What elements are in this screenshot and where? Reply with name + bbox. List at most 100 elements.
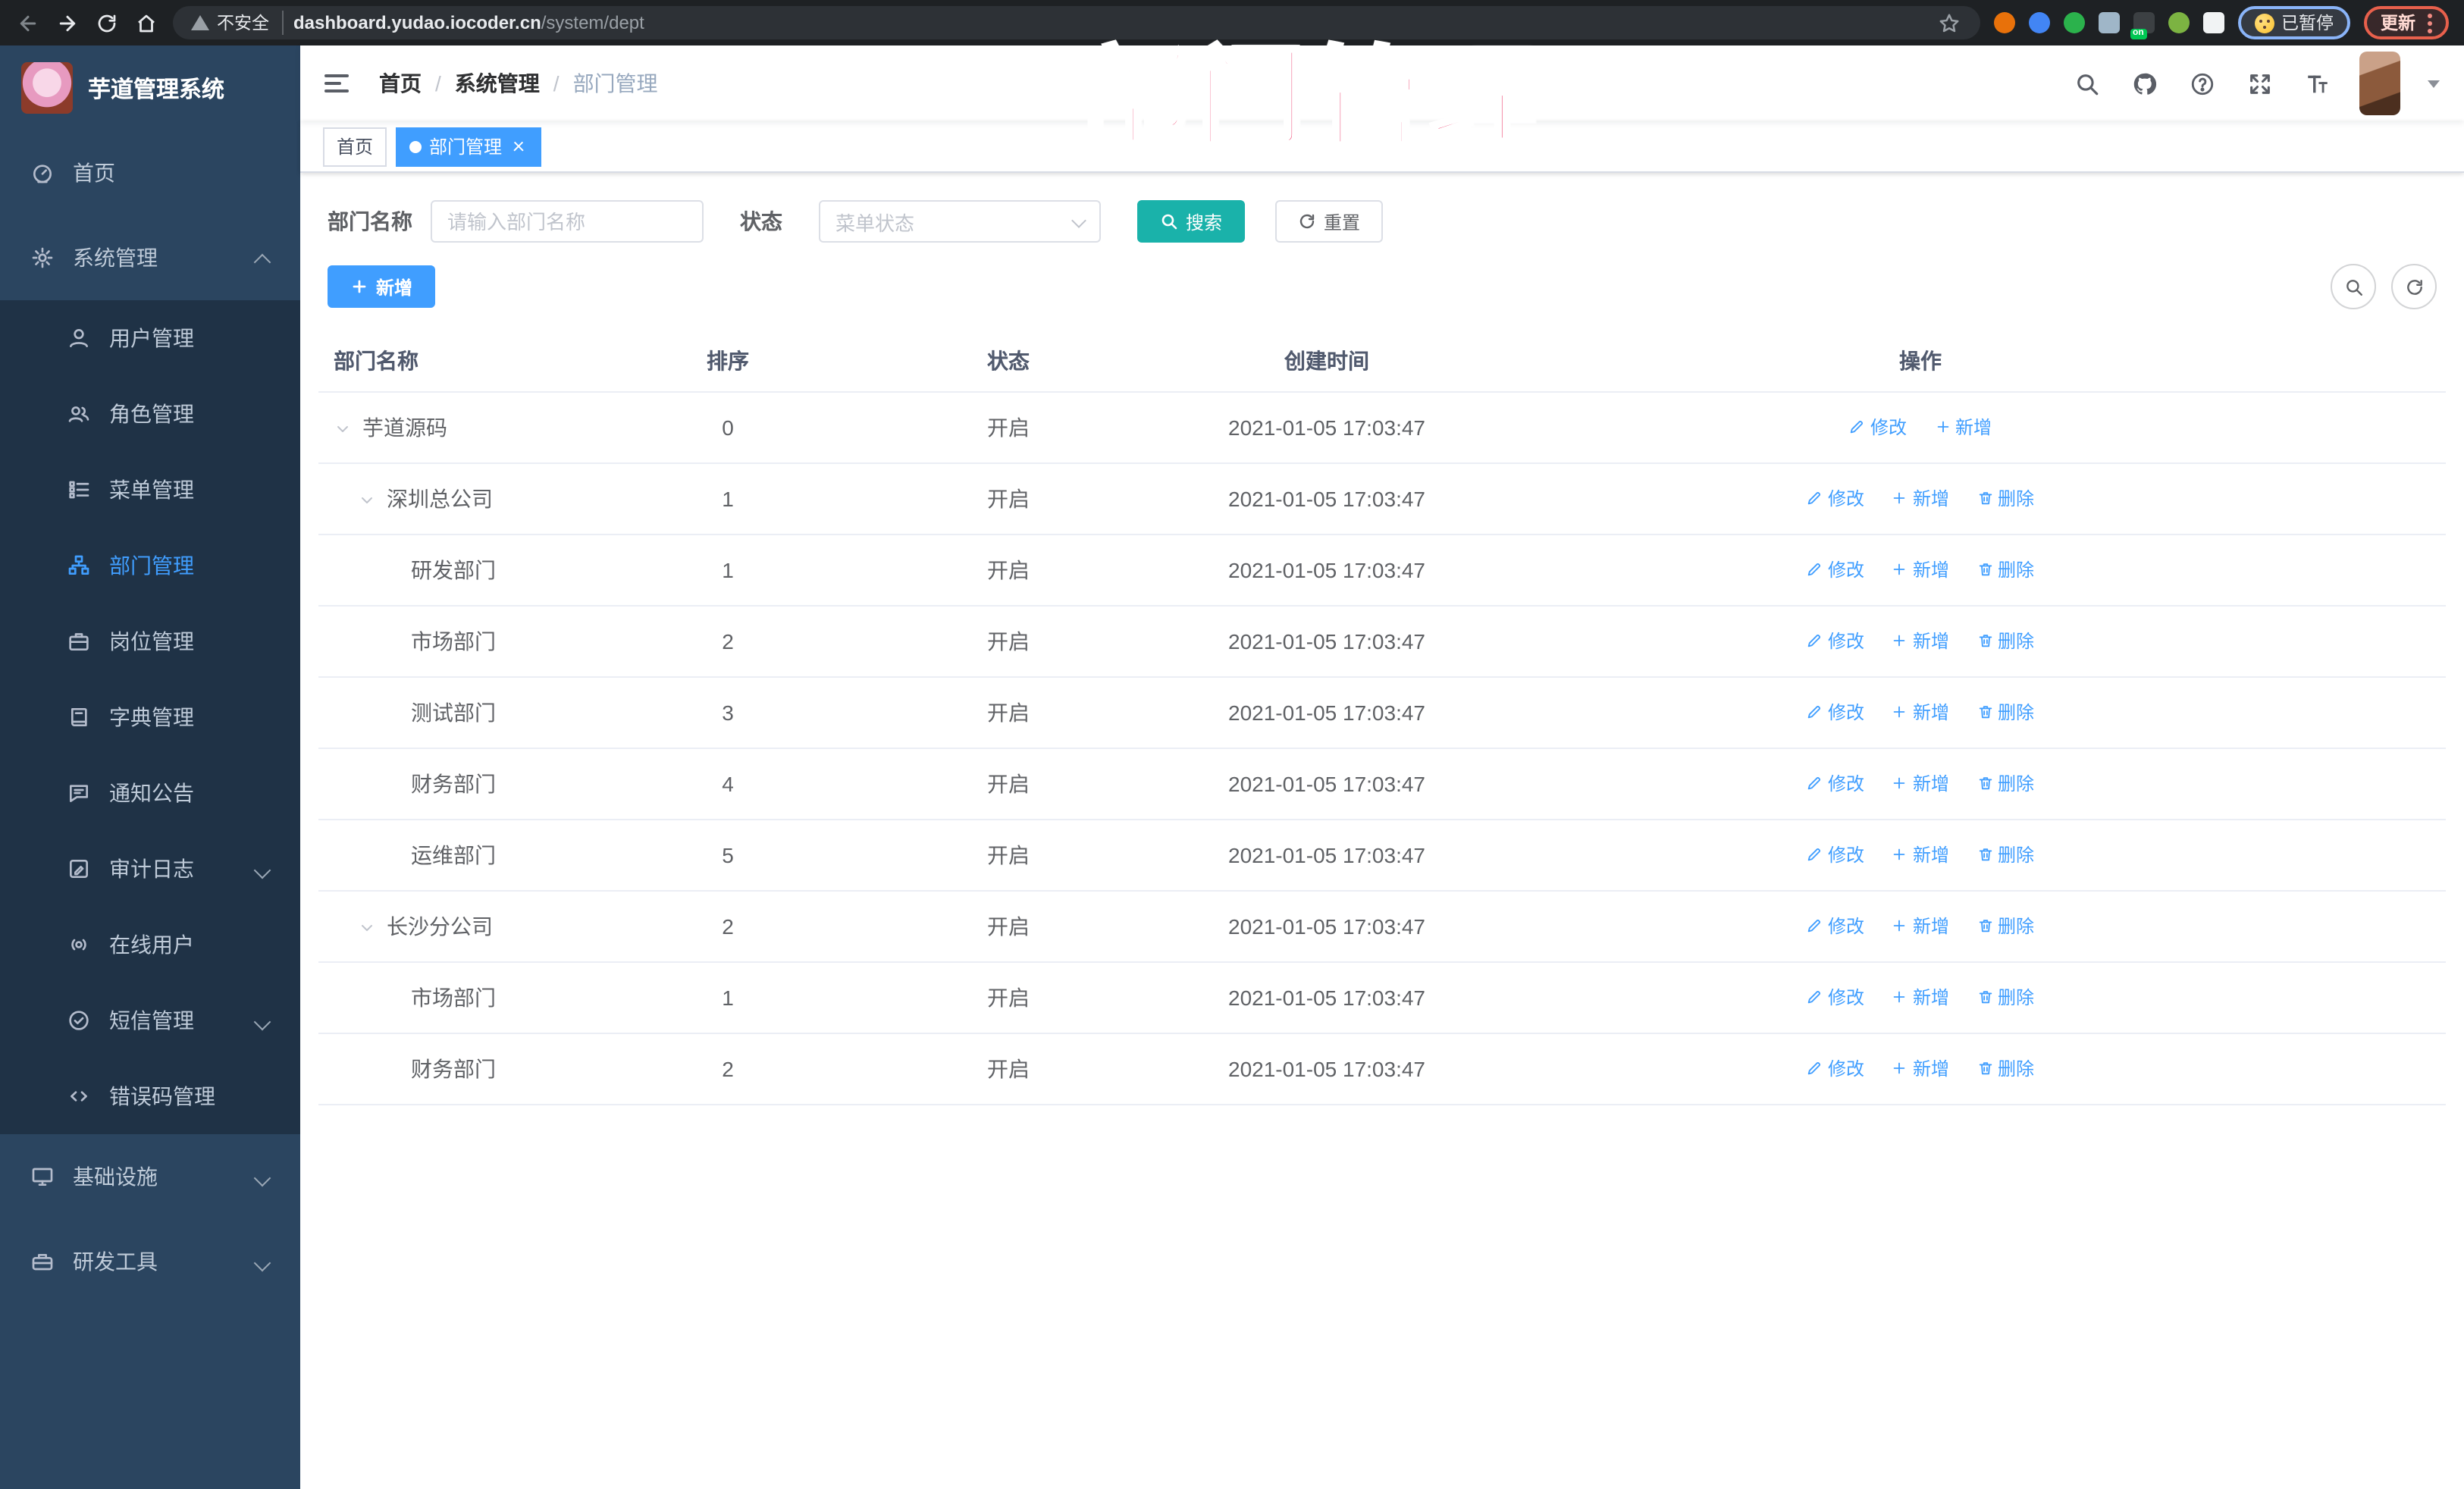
row-action-delete[interactable]: 删除 [1977,770,2034,796]
sidebar-item-3[interactable]: 角色管理 [0,376,300,452]
row-action-delete[interactable]: 删除 [1977,984,2034,1010]
fullscreen-icon[interactable] [2244,68,2274,99]
row-action-add[interactable]: 新增 [1892,485,1949,511]
toggle-search-button[interactable] [2331,264,2376,309]
home-icon[interactable] [133,10,159,36]
row-action-delete[interactable]: 删除 [1977,556,2034,582]
user-icon [67,326,91,350]
row-action-add[interactable]: 新增 [1892,913,1949,939]
row-action-edit[interactable]: 修改 [1807,1055,1864,1081]
row-action-delete[interactable]: 删除 [1977,699,2034,725]
extension-grid-icon[interactable] [2098,12,2119,33]
tag-close-icon[interactable] [509,137,528,155]
browser-menu-kebab-icon[interactable] [2428,13,2432,33]
search-icon[interactable] [2071,68,2102,99]
reload-icon[interactable] [94,10,120,36]
sidebar-item-6[interactable]: 岗位管理 [0,603,300,679]
extension-puzzle-icon[interactable] [2202,12,2224,33]
browser-update-chip[interactable]: 更新 [2364,6,2449,39]
row-action-delete[interactable]: 删除 [1977,628,2034,654]
row-action-add[interactable]: 新增 [1934,414,1992,440]
extension-blue-gem-icon[interactable] [2028,12,2049,33]
tag-item[interactable]: 首页 [323,127,387,166]
sidebar-item-9[interactable]: 审计日志 [0,831,300,907]
sidebar-toggle-icon[interactable] [324,68,355,99]
sidebar-item-5[interactable]: 部门管理 [0,528,300,603]
extension-dark-on-icon[interactable]: on [2130,12,2154,39]
row-action-edit[interactable]: 修改 [1807,556,1864,582]
row-action-delete[interactable]: 删除 [1977,1055,2034,1081]
extension-orange-icon[interactable] [1993,12,2014,33]
breadcrumb-item[interactable]: 首页 [379,68,422,99]
expand-arrow-icon[interactable] [358,491,387,509]
row-action-add[interactable]: 新增 [1892,628,1949,654]
sidebar-item-11[interactable]: 短信管理 [0,983,300,1058]
expand-arrow-icon[interactable] [334,420,362,438]
row-action-edit[interactable]: 修改 [1807,628,1864,654]
row-action-delete[interactable]: 删除 [1977,842,2034,867]
sidebar-item-1[interactable]: 系统管理 [0,215,300,300]
row-action-edit[interactable]: 修改 [1807,699,1864,725]
sidebar-item-label: 短信管理 [109,1008,194,1033]
dept-name-input[interactable] [431,200,704,243]
expand-arrow-icon[interactable] [358,919,387,937]
avatar-caret-down-icon[interactable] [2428,80,2440,93]
sidebar-item-2[interactable]: 用户管理 [0,300,300,376]
github-icon[interactable] [2129,68,2159,99]
sidebar-item-label: 菜单管理 [109,478,194,502]
refresh-button[interactable] [2391,264,2437,309]
breadcrumb: 首页 / 系统管理 / 部门管理 [379,68,658,99]
extensions-row: on [1993,12,2224,39]
row-action-edit[interactable]: 修改 [1807,913,1864,939]
sidebar-item-10[interactable]: 在线用户 [0,907,300,983]
sidebar-item-8[interactable]: 通知公告 [0,755,300,831]
profile-chip[interactable]: 已暂停 [2237,6,2350,39]
dept-name-cell: 测试部门 [318,676,637,748]
table-body: 芋道源码 0 开启 2021-01-05 17:03:47 修改 新增 深圳总公司 1 开启 20… [318,391,2446,1105]
sidebar-item-14[interactable]: 研发工具 [0,1219,300,1304]
add-button[interactable]: 新增 [328,265,436,308]
not-secure-warning[interactable]: 不安全 [191,11,283,35]
row-action-add[interactable]: 新增 [1892,842,1949,867]
actions-cell: 修改 新增 删除 [1456,1033,2446,1105]
row-action-edit[interactable]: 修改 [1849,414,1907,440]
row-action-edit[interactable]: 修改 [1807,842,1864,867]
sidebar-item-label: 角色管理 [109,402,194,426]
address-bar[interactable]: 不安全 dashboard.yudao.iocoder.cn/system/de… [173,6,1980,39]
reset-button[interactable]: 重置 [1275,200,1384,243]
sidebar-item-4[interactable]: 菜单管理 [0,452,300,528]
error-code-icon [67,1084,91,1108]
sidebar-item-7[interactable]: 字典管理 [0,679,300,755]
forward-icon[interactable] [55,10,80,36]
status-select[interactable]: 菜单状态 [819,200,1101,243]
breadcrumb-item[interactable]: 系统管理 [455,68,540,99]
row-action-add[interactable]: 新增 [1892,699,1949,725]
row-action-add[interactable]: 新增 [1892,984,1949,1010]
sidebar-logo-row[interactable]: 芋道管理系统 [0,45,300,130]
org-tree-icon [67,553,91,578]
row-action-delete[interactable]: 删除 [1977,913,2034,939]
row-action-delete[interactable]: 删除 [1977,485,2034,511]
sidebar-item-12[interactable]: 错误码管理 [0,1058,300,1134]
sidebar-item-13[interactable]: 基础设施 [0,1134,300,1219]
dept-name-cell: 芋道源码 [318,391,637,463]
sidebar-item-0[interactable]: 首页 [0,130,300,215]
row-action-add[interactable]: 新增 [1892,770,1949,796]
row-action-add[interactable]: 新增 [1892,1055,1949,1081]
row-action-add[interactable]: 新增 [1892,556,1949,582]
row-action-edit[interactable]: 修改 [1807,485,1864,511]
extension-green-check-icon[interactable] [2063,12,2084,33]
extension-green-key-icon[interactable] [2168,12,2189,33]
help-icon[interactable] [2187,68,2217,99]
row-action-edit[interactable]: 修改 [1807,770,1864,796]
search-button[interactable]: 搜索 [1137,200,1246,243]
row-action-edit[interactable]: 修改 [1807,984,1864,1010]
tag-active[interactable]: 部门管理 [396,127,542,166]
back-icon[interactable] [15,10,41,36]
bookmark-star-icon[interactable] [1936,10,1961,36]
font-size-icon[interactable] [2302,68,2332,99]
chevron-up-icon [255,250,270,265]
user-avatar[interactable] [2359,52,2400,115]
dept-name-cell: 长沙分公司 [318,890,637,962]
